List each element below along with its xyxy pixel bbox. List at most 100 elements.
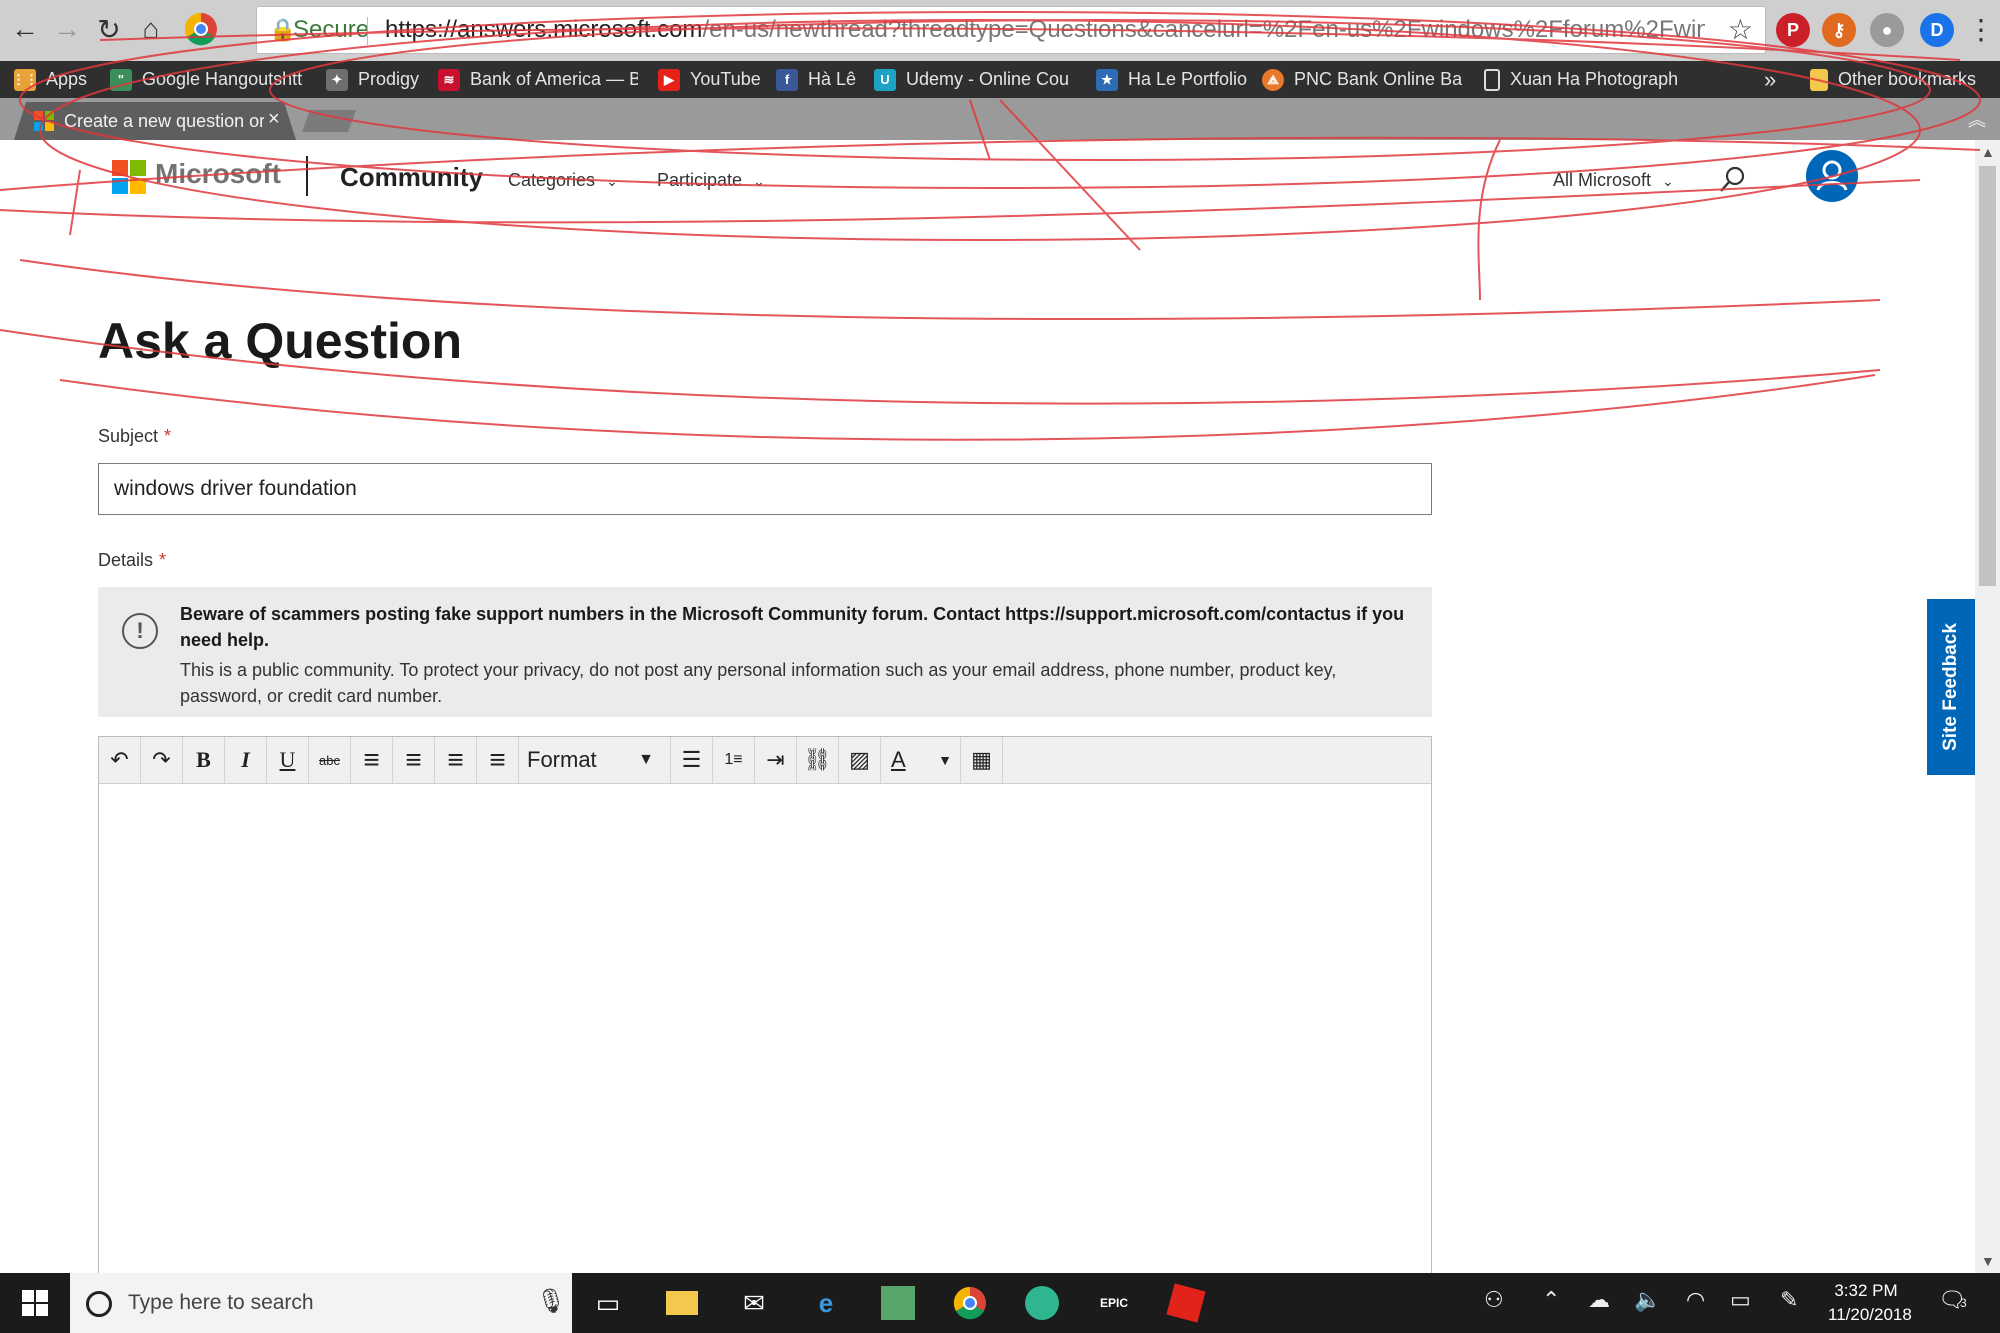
indent-icon: ⇥ [766,747,785,772]
mail-icon[interactable]: ✉ [732,1281,776,1325]
numbered-list-button[interactable]: 1≡ [713,737,755,783]
bookmark-udemy[interactable]: U Udemy - Online Cou [874,61,1074,98]
bookmark-apps[interactable]: ⋮⋮ Apps [14,61,92,98]
system-clock[interactable]: 3:32 PM 11/20/2018 [1828,1279,1912,1327]
qr-app-icon[interactable] [876,1281,920,1325]
action-center-icon[interactable]: 🗨3 [1938,1287,1967,1313]
bookmark-youtube[interactable]: ▶ YouTube [658,61,764,98]
align-left-button[interactable]: ≡ [351,737,393,783]
microphone-icon[interactable]: 🎙 [536,1287,566,1316]
file-explorer-icon[interactable] [660,1281,704,1325]
align-center-button[interactable]: ≡ [393,737,435,783]
scrollbar-thumb[interactable] [1979,166,1996,586]
community-title[interactable]: Community [340,162,483,193]
collapse-chevron-icon[interactable]: ︽ [1968,106,1986,132]
clock-time: 3:32 PM [1834,1281,1898,1300]
bookmark-label: Prodigy [358,69,420,89]
onedrive-icon[interactable]: ☁ [1588,1287,1610,1313]
bookmark-google-hangouts[interactable]: " Google Hangoutshtt [110,61,308,98]
indent-button[interactable]: ⇥ [755,737,797,783]
epic-games-icon[interactable]: EPIC [1092,1281,1136,1325]
notice-warning-text: Beware of scammers posting fake support … [180,604,1405,650]
tab-create-question[interactable]: Create a new question or × [14,102,296,140]
page-scrollbar[interactable]: ▲ ▼ [1975,140,2000,1273]
all-microsoft-menu[interactable]: All Microsoft ⌄ [1553,170,1674,191]
text-color-icon: A [891,747,906,772]
editor-body[interactable] [99,784,1431,1273]
subject-input[interactable] [98,463,1432,515]
key-extension-icon[interactable]: ⚷ [1822,13,1856,47]
undo-button[interactable]: ↶ [99,737,141,783]
details-label: Details * [98,550,166,571]
udemy-icon: U [874,68,896,91]
subject-label-text: Subject [98,426,159,446]
new-tab-button[interactable] [301,110,357,132]
link-button[interactable]: ⛓ [797,737,839,783]
bookmark-photography[interactable]: Xuan Ha Photograph [1484,61,1684,98]
nav-participate[interactable]: Participate ⌄ [657,170,765,191]
community-header: Microsoft Community Categories ⌄ Partici… [0,140,1975,220]
scroll-down-icon[interactable]: ▼ [1981,1253,1995,1269]
site-feedback-button[interactable]: Site Feedback [1927,599,1975,775]
justify-button[interactable]: ≡ [477,737,519,783]
tab-strip: Create a new question or × ︽ [0,98,2000,140]
address-bar[interactable]: 🔒 Secure https://answers.microsoft.com/e… [256,6,1766,54]
taskbar-search-box[interactable]: Type here to search 🎙 [70,1273,572,1333]
microsoft-brand[interactable]: Microsoft [155,158,281,190]
bookmark-prodigy[interactable]: ✦ Prodigy [326,61,436,98]
people-icon[interactable]: ⚇ [1484,1287,1504,1313]
bookmark-bank-of-america[interactable]: ≋ Bank of America — B [438,61,638,98]
chrome-taskbar-icon[interactable] [948,1281,992,1325]
bookmark-pnc[interactable]: ⟁ PNC Bank Online Bar [1262,61,1462,98]
forward-icon[interactable]: → [48,10,86,48]
fingerprint-app-icon[interactable] [1020,1281,1064,1325]
user-avatar[interactable] [1806,150,1858,202]
bookmark-facebook[interactable]: f Hà Lê [776,61,860,98]
profile-extension-icon[interactable]: D [1920,13,1954,47]
all-microsoft-label: All Microsoft [1553,170,1652,190]
pen-workspace-icon[interactable]: ✎ [1780,1287,1798,1313]
strikethrough-button[interactable]: abc [309,737,351,783]
details-editor: ↶ ↷ B I U abc ≡ ≡ ≡ ≡ Format ▼ ☰ 1≡ ⇥ ⛓ … [98,736,1432,1273]
bookmark-star-icon[interactable]: ☆ [1728,7,1753,53]
bookmark-label: Udemy - Online Cou [906,69,1070,89]
image-button[interactable]: ▨ [839,737,881,783]
edge-icon[interactable]: e [804,1281,848,1325]
bookmark-label: Ha Le Portfolio [1128,69,1248,89]
scroll-up-icon[interactable]: ▲ [1981,144,1995,160]
microsoft-logo-icon[interactable] [112,160,146,194]
search-icon[interactable] [1716,164,1748,196]
puzzle-extension-icon[interactable]: ● [1870,13,1904,47]
underline-button[interactable]: U [267,737,309,783]
roblox-icon[interactable] [1164,1281,1208,1325]
windows-start-button[interactable] [0,1273,70,1333]
bullet-list-button[interactable]: ☰ [671,737,713,783]
chrome-profile-icon[interactable] [182,10,220,48]
back-icon[interactable]: ← [6,10,44,48]
pinterest-extension-icon[interactable]: P [1776,13,1810,47]
volume-icon[interactable]: 🔈 [1634,1287,1661,1313]
microsoft-favicon [34,111,54,131]
reload-icon[interactable]: ↻ [90,10,128,48]
task-view-icon[interactable]: ▭ [586,1281,630,1325]
other-bookmarks[interactable]: Other bookmarks [1810,61,1998,98]
address-url[interactable]: https://answers.microsoft.com/en-us/newt… [385,7,1705,53]
italic-button[interactable]: I [225,737,267,783]
bold-button[interactable]: B [183,737,225,783]
bookmarks-overflow-button[interactable]: » [1764,61,1784,98]
tab-close-icon[interactable]: × [268,108,280,131]
wifi-icon[interactable]: ◠ [1686,1287,1705,1313]
format-dropdown[interactable]: Format ▼ [519,737,671,783]
text-color-button[interactable]: A ▼ [881,737,961,783]
align-right-button[interactable]: ≡ [435,737,477,783]
bookmarks-bar: ⋮⋮ Apps " Google Hangoutshtt ✦ Prodigy ≋… [0,61,2000,98]
menu-kebab-icon[interactable]: ⋮ [1962,10,2000,48]
redo-button[interactable]: ↷ [141,737,183,783]
show-hidden-icons-chevron[interactable]: ⌃ [1542,1287,1560,1313]
scam-warning-notice: ! Beware of scammers posting fake suppor… [98,587,1432,717]
battery-icon[interactable]: ▭ [1730,1287,1751,1313]
table-button[interactable]: ▦ [961,737,1003,783]
bookmark-portfolio[interactable]: ★ Ha Le Portfolio [1096,61,1248,98]
home-icon[interactable]: ⌂ [132,10,170,48]
nav-categories[interactable]: Categories ⌄ [508,170,618,191]
